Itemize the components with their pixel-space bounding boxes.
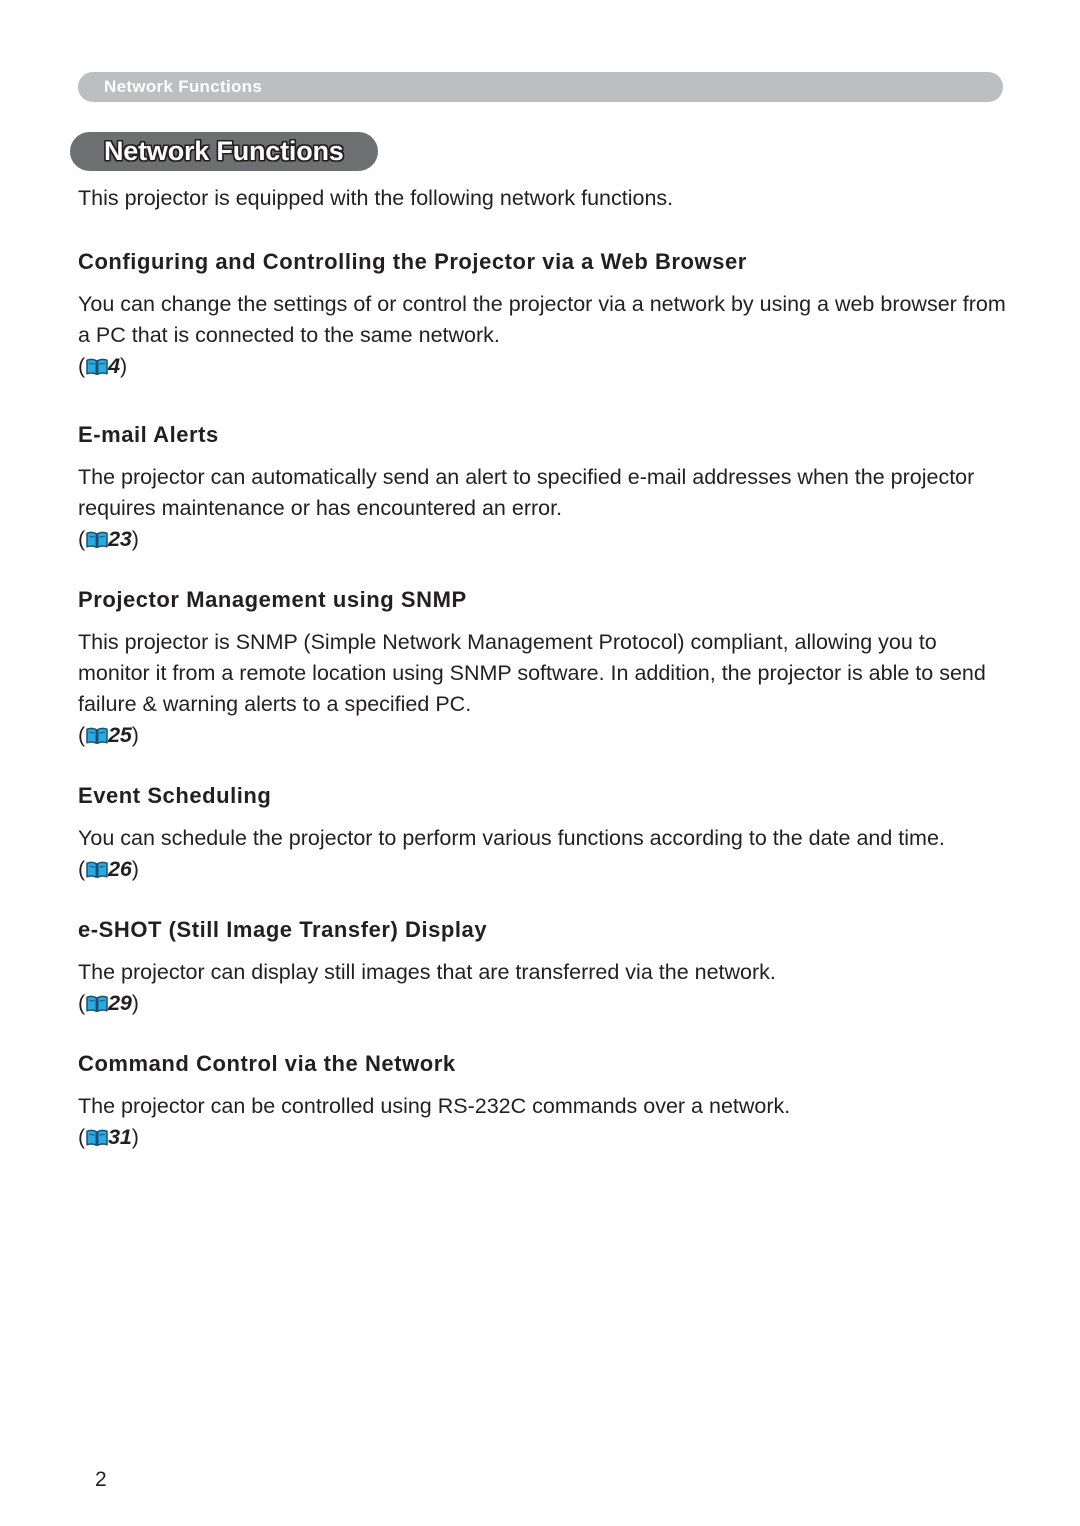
section-body-text: You can change the settings of or contro…	[78, 292, 1006, 347]
open-book-icon	[86, 995, 108, 1013]
page-reference-number: 31	[108, 1125, 132, 1149]
open-book-icon	[86, 1129, 108, 1147]
open-book-icon	[86, 531, 108, 549]
section-heading: Configuring and Controlling the Projecto…	[78, 249, 747, 274]
chapter-title-badge: Network Functions	[70, 132, 378, 171]
section-heading: e-SHOT (Still Image Transfer) Display	[78, 917, 488, 942]
page-reference-number: 23	[108, 527, 132, 551]
page-reference-open-paren: (	[78, 723, 86, 747]
section-body-text: This projector is SNMP (Simple Network M…	[78, 630, 986, 716]
page-reference: (31)	[78, 1122, 1006, 1153]
page-reference: (4)	[78, 351, 1006, 382]
page-reference-close-paren: )	[131, 723, 139, 747]
page-reference-number: 25	[108, 723, 132, 747]
page-reference-open-paren: (	[78, 991, 86, 1015]
section-body-text: The projector can automatically send an …	[78, 465, 975, 520]
running-header-bar: Network Functions	[78, 72, 1003, 102]
page-reference-open-paren: (	[78, 1125, 86, 1149]
document-section: E-mail Alerts The projector can automatic…	[78, 420, 1006, 585]
page-reference-number: 26	[108, 857, 132, 881]
section-body-text: The projector can display still images t…	[78, 960, 776, 984]
page-reference-number: 29	[108, 991, 132, 1015]
page-reference-close-paren: )	[131, 857, 139, 881]
section-heading: Event Scheduling	[78, 783, 272, 808]
page-reference: (23)	[78, 524, 1006, 555]
section-heading: Projector Management using SNMP	[78, 587, 467, 612]
page-reference-close-paren: )	[131, 991, 139, 1015]
document-section: Command Control via the Network The proje…	[78, 1049, 1006, 1183]
sections-container: Configuring and Controlling the Projecto…	[78, 247, 1006, 1183]
page-reference-close-paren: )	[119, 354, 128, 378]
chapter-intro-text: This projector is equipped with the foll…	[78, 186, 674, 210]
section-heading: Command Control via the Network	[78, 1051, 456, 1076]
open-book-icon	[86, 727, 108, 745]
open-book-icon	[86, 358, 108, 376]
page-reference: (25)	[78, 720, 1006, 751]
document-page: Network Functions Network Functions This…	[0, 0, 1080, 1526]
document-section: Projector Management using SNMP This proj…	[78, 585, 1006, 781]
document-section: e-SHOT (Still Image Transfer) Display The…	[78, 915, 1006, 1049]
page-reference-number: 4	[108, 354, 120, 378]
document-section: Event Scheduling You can schedule the pro…	[78, 781, 1006, 915]
section-heading: E-mail Alerts	[78, 422, 219, 447]
section-body-text: You can schedule the projector to perfor…	[78, 826, 945, 850]
page-reference-open-paren: (	[78, 354, 86, 378]
page-reference: (26)	[78, 854, 1006, 885]
page-reference-open-paren: (	[78, 527, 86, 551]
page-reference-open-paren: (	[78, 857, 86, 881]
page-reference-close-paren: )	[131, 1125, 139, 1149]
page-number: 2	[95, 1468, 107, 1491]
chapter-title-label: Network Functions	[104, 136, 344, 166]
open-book-icon	[86, 861, 108, 879]
section-body-text: The projector can be controlled using RS…	[78, 1094, 791, 1118]
page-reference: (29)	[78, 988, 1006, 1019]
content-column: This projector is equipped with the foll…	[78, 183, 1006, 1183]
page-reference-close-paren: )	[131, 527, 139, 551]
running-header-label: Network Functions	[104, 77, 263, 96]
document-section: Configuring and Controlling the Projecto…	[78, 247, 1006, 420]
